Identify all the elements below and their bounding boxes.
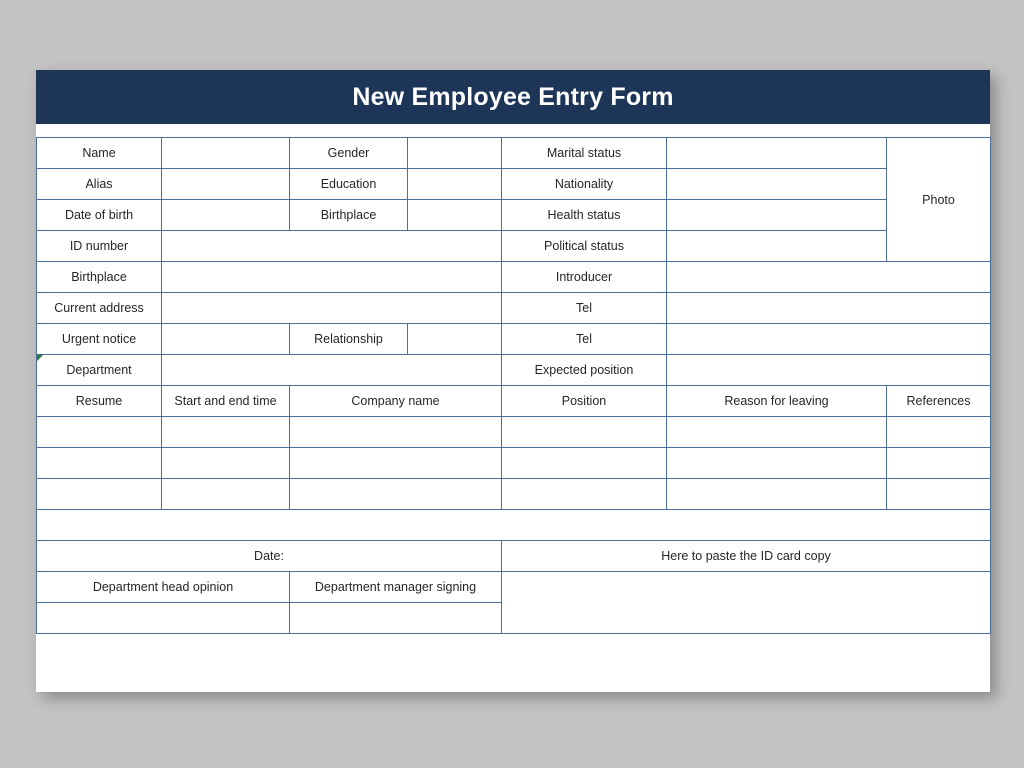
cell-references[interactable] <box>886 416 991 448</box>
field-date-of-birth[interactable] <box>161 199 290 231</box>
label-nationality: Nationality <box>501 168 667 200</box>
field-introducer[interactable] <box>666 261 991 293</box>
label-alias: Alias <box>36 168 162 200</box>
field-birthplace-2[interactable] <box>161 261 502 293</box>
id-card-paste-area[interactable]: Here to paste the ID card copy <box>501 540 991 572</box>
cell-resume[interactable] <box>36 416 162 448</box>
column-header-company-name: Company name <box>289 385 502 417</box>
label-current-address: Current address <box>36 292 162 324</box>
label-relationship: Relationship <box>289 323 408 355</box>
resume-entry-row <box>36 478 991 510</box>
cell-resume[interactable] <box>36 478 162 510</box>
field-department-head-opinion[interactable] <box>36 602 290 634</box>
cell-start-end-time[interactable] <box>161 416 290 448</box>
field-relationship[interactable] <box>407 323 502 355</box>
page-title: New Employee Entry Form <box>352 82 674 111</box>
photo-placeholder[interactable]: Photo <box>886 137 991 262</box>
title-spacer <box>36 124 990 137</box>
label-id-number: ID number <box>36 230 162 262</box>
form-title-bar: New Employee Entry Form <box>36 70 990 124</box>
signature-right-blank <box>501 571 991 634</box>
label-introducer: Introducer <box>501 261 667 293</box>
employee-entry-table: Name Gender Marital status Photo Alias E… <box>36 137 991 634</box>
field-political-status[interactable] <box>666 230 887 262</box>
label-marital-status: Marital status <box>501 137 667 169</box>
label-education: Education <box>289 168 408 200</box>
form-page: New Employee Entry Form Name Gender Mari… <box>36 70 991 692</box>
cell-position[interactable] <box>501 416 667 448</box>
label-department-head-opinion: Department head opinion <box>36 571 290 603</box>
table-row: Birthplace Introducer <box>36 261 991 293</box>
column-header-references: References <box>886 385 991 417</box>
signature-header-row: Department head opinion Department manag… <box>36 571 991 634</box>
field-education[interactable] <box>407 168 502 200</box>
field-birthplace[interactable] <box>407 199 502 231</box>
label-gender: Gender <box>289 137 408 169</box>
field-tel-2[interactable] <box>666 323 991 355</box>
field-expected-position[interactable] <box>666 354 991 386</box>
table-row: ID number Political status <box>36 230 991 262</box>
table-row: Urgent notice Relationship Tel <box>36 323 991 355</box>
cell-reason-for-leaving[interactable] <box>666 447 887 479</box>
label-name: Name <box>36 137 162 169</box>
resume-entry-row <box>36 416 991 448</box>
field-gender[interactable] <box>407 137 502 169</box>
label-urgent-notice: Urgent notice <box>36 323 162 355</box>
table-row: Department Expected position <box>36 354 991 386</box>
label-health-status: Health status <box>501 199 667 231</box>
label-birthplace: Birthplace <box>289 199 408 231</box>
cell-start-end-time[interactable] <box>161 478 290 510</box>
field-health-status[interactable] <box>666 199 887 231</box>
resume-entry-row <box>36 447 991 479</box>
notes-area[interactable] <box>36 509 991 541</box>
column-header-start-end-time: Start and end time <box>161 385 290 417</box>
field-id-number[interactable] <box>161 230 502 262</box>
table-row: Name Gender Marital status Photo <box>36 137 991 262</box>
field-name[interactable] <box>161 137 290 169</box>
label-department-manager-signing: Department manager signing <box>289 571 502 603</box>
label-department: Department <box>36 354 162 386</box>
cell-company-name[interactable] <box>289 416 502 448</box>
table-row: Alias Education Nationality <box>36 168 991 200</box>
resume-header-row: Resume Start and end time Company name P… <box>36 385 991 417</box>
cell-company-name[interactable] <box>289 447 502 479</box>
date-field[interactable]: Date: <box>36 540 502 572</box>
cell-resume[interactable] <box>36 447 162 479</box>
notes-row <box>36 509 991 541</box>
column-header-position: Position <box>501 385 667 417</box>
field-department[interactable] <box>161 354 502 386</box>
table-row: Current address Tel <box>36 292 991 324</box>
cell-start-end-time[interactable] <box>161 447 290 479</box>
label-expected-position: Expected position <box>501 354 667 386</box>
field-urgent-notice[interactable] <box>161 323 290 355</box>
field-current-address[interactable] <box>161 292 502 324</box>
cell-reason-for-leaving[interactable] <box>666 416 887 448</box>
field-department-manager-signing[interactable] <box>289 602 502 634</box>
table-row: Date of birth Birthplace Health status <box>36 199 991 231</box>
cell-references[interactable] <box>886 478 991 510</box>
label-tel-2: Tel <box>501 323 667 355</box>
column-header-resume: Resume <box>36 385 162 417</box>
date-row: Date: Here to paste the ID card copy <box>36 540 991 572</box>
cell-reason-for-leaving[interactable] <box>666 478 887 510</box>
cell-position[interactable] <box>501 478 667 510</box>
label-date-of-birth: Date of birth <box>36 199 162 231</box>
cell-company-name[interactable] <box>289 478 502 510</box>
field-nationality[interactable] <box>666 168 887 200</box>
label-birthplace-2: Birthplace <box>36 261 162 293</box>
cell-references[interactable] <box>886 447 991 479</box>
label-tel-1: Tel <box>501 292 667 324</box>
cell-position[interactable] <box>501 447 667 479</box>
column-header-reason-for-leaving: Reason for leaving <box>666 385 887 417</box>
field-marital-status[interactable] <box>666 137 887 169</box>
label-political-status: Political status <box>501 230 667 262</box>
field-alias[interactable] <box>161 168 290 200</box>
field-tel-1[interactable] <box>666 292 991 324</box>
